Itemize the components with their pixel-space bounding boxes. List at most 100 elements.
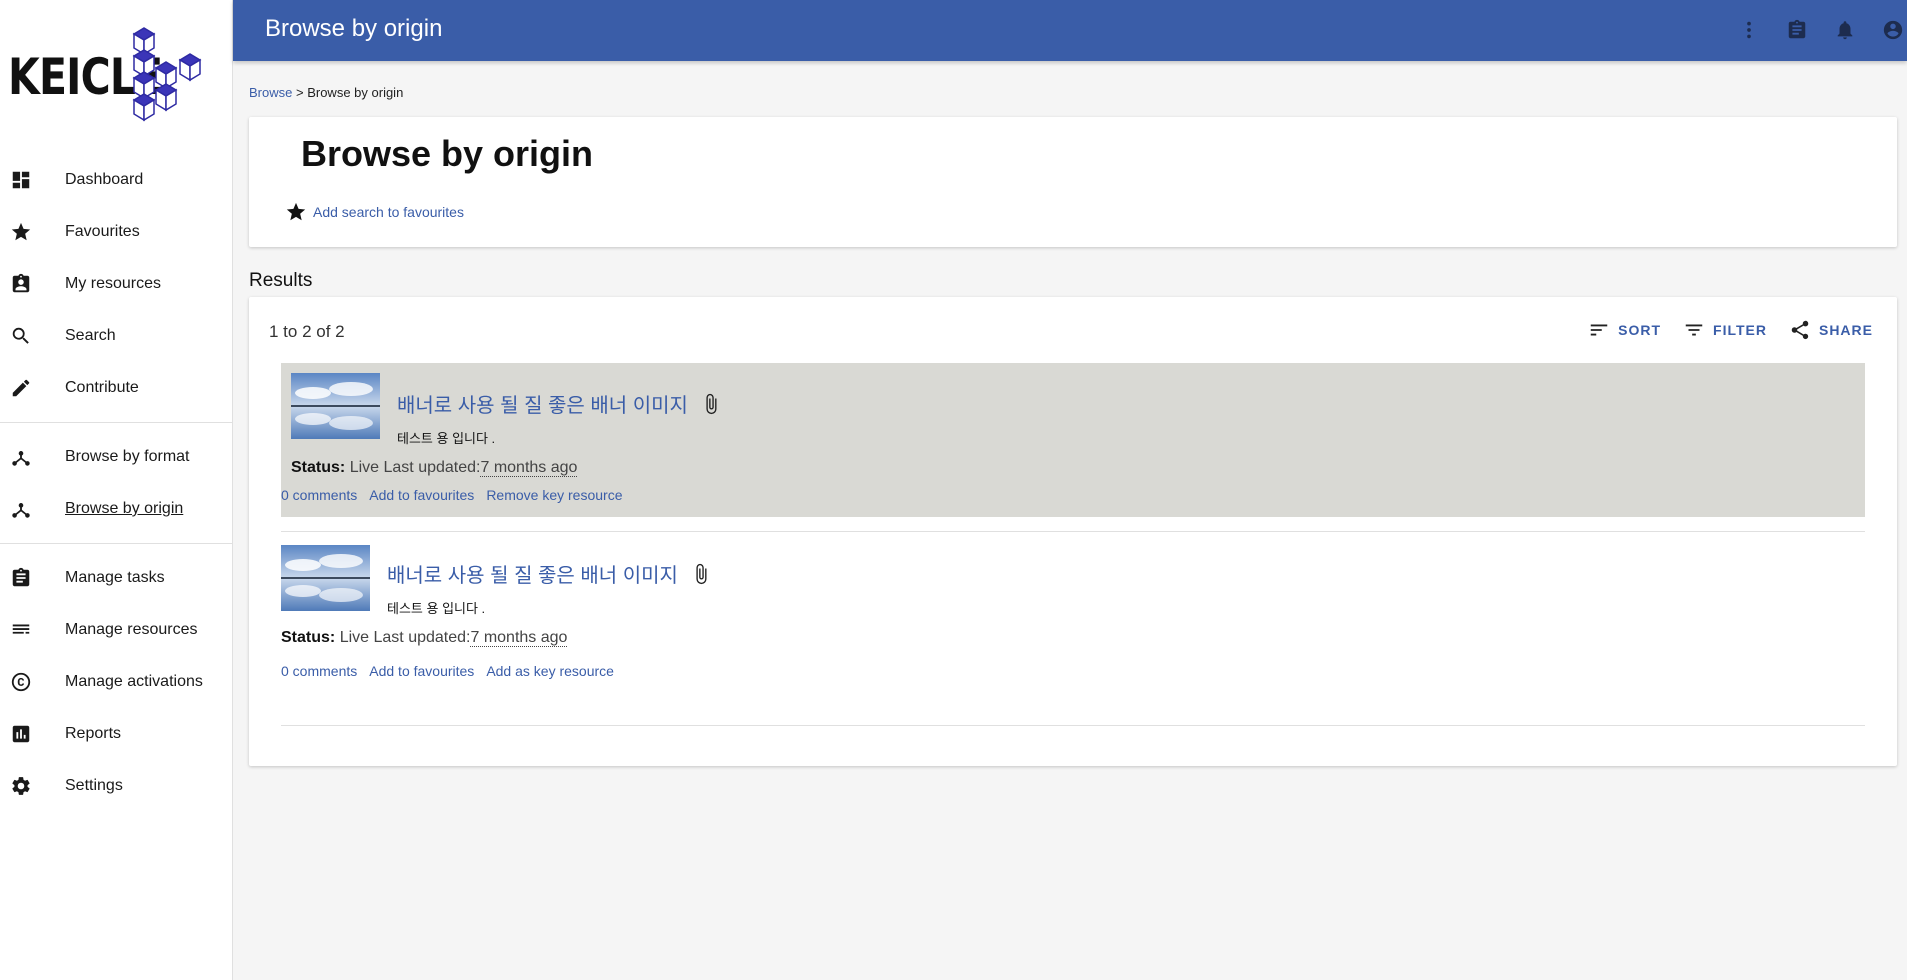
result-title-link[interactable]: 배너로 사용 될 질 좋은 배너 이미지 [397, 389, 722, 418]
results-actions: SORT FILTER SHARE [1566, 319, 1873, 341]
star-icon [286, 202, 306, 221]
hierarchy-icon [10, 446, 32, 468]
breadcrumb-current: Browse by origin [307, 85, 404, 100]
chart-icon [10, 723, 32, 745]
sidebar-item-reports[interactable]: Reports [0, 708, 232, 760]
result-links: 0 comments Add to favourites Remove key … [281, 487, 634, 503]
sidebar-item-label: Manage activations [65, 673, 203, 690]
result-thumbnail[interactable] [281, 545, 370, 611]
results-count: 1 to 2 of 2 [269, 322, 345, 341]
account-circle-icon[interactable] [1879, 16, 1907, 44]
list-icon [10, 619, 32, 641]
sidebar-item-browse-by-format[interactable]: Browse by format [0, 431, 232, 483]
sidebar-item-dashboard[interactable]: Dashboard [0, 154, 232, 206]
sidebar-item-label: Reports [65, 725, 122, 742]
clipboard-icon[interactable] [1783, 16, 1811, 44]
result-divider [281, 531, 1865, 532]
keicle-logo[interactable]: KEICLE [8, 26, 212, 122]
page-title: Browse by origin [301, 133, 594, 174]
result-description: 테스트 용 입니다 . [387, 601, 486, 616]
updated-value: 7 months ago [480, 459, 578, 477]
add-to-favourites-link[interactable]: Add to favourites [369, 487, 474, 503]
sidebar-item-manage-activations[interactable]: Manage activations [0, 656, 232, 708]
sidebar-item-manage-tasks[interactable]: Manage tasks [0, 552, 232, 604]
notifications-icon[interactable] [1831, 16, 1859, 44]
sidebar-item-label: My resources [65, 275, 162, 292]
breadcrumb: Browse > Browse by origin [249, 85, 403, 100]
result-links: 0 comments Add to favourites Add as key … [281, 663, 626, 679]
results-heading: Results [249, 270, 313, 291]
topbar-actions [1715, 16, 1907, 44]
copyright-icon [10, 671, 32, 693]
result-title-link[interactable]: 배너로 사용 될 질 좋은 배너 이미지 [387, 559, 712, 588]
status-value: Live [339, 629, 370, 646]
key-resource-link[interactable]: Remove key resource [486, 487, 622, 503]
top-app-bar: Browse by origin [233, 0, 1907, 61]
sidebar-item-label: Manage resources [65, 621, 198, 638]
key-resource-link[interactable]: Add as key resource [486, 663, 614, 679]
hierarchy-icon [10, 498, 32, 520]
filter-icon [1685, 324, 1703, 336]
updated-label: Last updated: [383, 459, 481, 476]
updated-value: 7 months ago [470, 629, 568, 647]
sidebar-item-settings[interactable]: Settings [0, 760, 232, 812]
result-status: Status: Live Last updated:7 months ago [291, 459, 578, 477]
sidebar-item-search[interactable]: Search [0, 310, 232, 362]
nav-divider [0, 422, 232, 423]
result-status: Status: Live Last updated:7 months ago [281, 629, 568, 647]
search-icon [10, 325, 32, 347]
sidebar-item-label: Settings [65, 777, 123, 794]
star-icon [10, 221, 32, 243]
sidebar-item-label: Browse by origin [65, 500, 184, 517]
title-card: Browse by origin Add search to favourite… [249, 117, 1897, 247]
result-title: 배너로 사용 될 질 좋은 배너 이미지 [397, 395, 688, 417]
share-label: SHARE [1818, 322, 1873, 338]
share-button[interactable]: SHARE [1789, 319, 1873, 341]
results-card: 1 to 2 of 2 SORT FILTER SHARE 배너로 사용 될 질… [249, 297, 1897, 766]
add-to-favourites-link[interactable]: Add to favourites [369, 663, 474, 679]
account-box-icon [10, 273, 32, 295]
breadcrumb-separator: > [295, 85, 304, 100]
add-search-to-favourites-label: Add search to favourites [313, 204, 464, 220]
sidebar-item-label: Browse by format [65, 448, 190, 465]
add-search-to-favourites-link[interactable]: Add search to favourites [285, 201, 464, 223]
gear-icon [10, 775, 32, 797]
sidebar-item-my-resources[interactable]: My resources [0, 258, 232, 310]
sidebar-item-browse-by-origin[interactable]: Browse by origin [0, 483, 232, 535]
result-item: 배너로 사용 될 질 좋은 배너 이미지 테스트 용 입니다 . Status:… [281, 535, 1865, 691]
status-value: Live [349, 459, 380, 476]
pencil-icon [10, 377, 32, 399]
clipboard-icon [10, 567, 32, 589]
result-title: 배너로 사용 될 질 좋은 배너 이미지 [387, 565, 678, 587]
result-description: 테스트 용 입니다 . [397, 431, 496, 446]
sidebar: KEICLE Dashboard Favourites My resources… [0, 0, 233, 980]
comments-link[interactable]: 0 comments [281, 663, 357, 679]
filter-button[interactable]: FILTER [1683, 319, 1767, 341]
sidebar-item-contribute[interactable]: Contribute [0, 362, 232, 414]
sidebar-item-label: Manage tasks [65, 569, 165, 586]
result-item: 배너로 사용 될 질 좋은 배너 이미지 테스트 용 입니다 . Status:… [281, 363, 1865, 517]
sort-label: SORT [1618, 322, 1662, 338]
share-icon [1791, 320, 1809, 340]
status-label: Status: [281, 629, 336, 646]
comments-link[interactable]: 0 comments [281, 487, 357, 503]
nav-divider [0, 543, 232, 544]
sidebar-item-label: Favourites [65, 223, 140, 240]
updated-label: Last updated: [373, 629, 471, 646]
result-thumbnail[interactable] [291, 373, 380, 439]
status-label: Status: [291, 459, 346, 476]
attachment-icon [700, 393, 722, 415]
more-vert-icon[interactable] [1735, 16, 1763, 44]
filter-label: FILTER [1713, 322, 1767, 338]
attachment-icon [690, 563, 712, 585]
sort-icon [1590, 324, 1608, 336]
cubes-logo-icon [132, 27, 202, 122]
breadcrumb-link-browse[interactable]: Browse [249, 85, 292, 100]
sidebar-item-favourites[interactable]: Favourites [0, 206, 232, 258]
sort-button[interactable]: SORT [1588, 319, 1661, 341]
sidebar-item-label: Dashboard [65, 171, 144, 188]
page-header-title: Browse by origin [265, 15, 443, 42]
sidebar-item-label: Contribute [65, 379, 139, 396]
result-divider [281, 725, 1865, 726]
sidebar-item-manage-resources[interactable]: Manage resources [0, 604, 232, 656]
